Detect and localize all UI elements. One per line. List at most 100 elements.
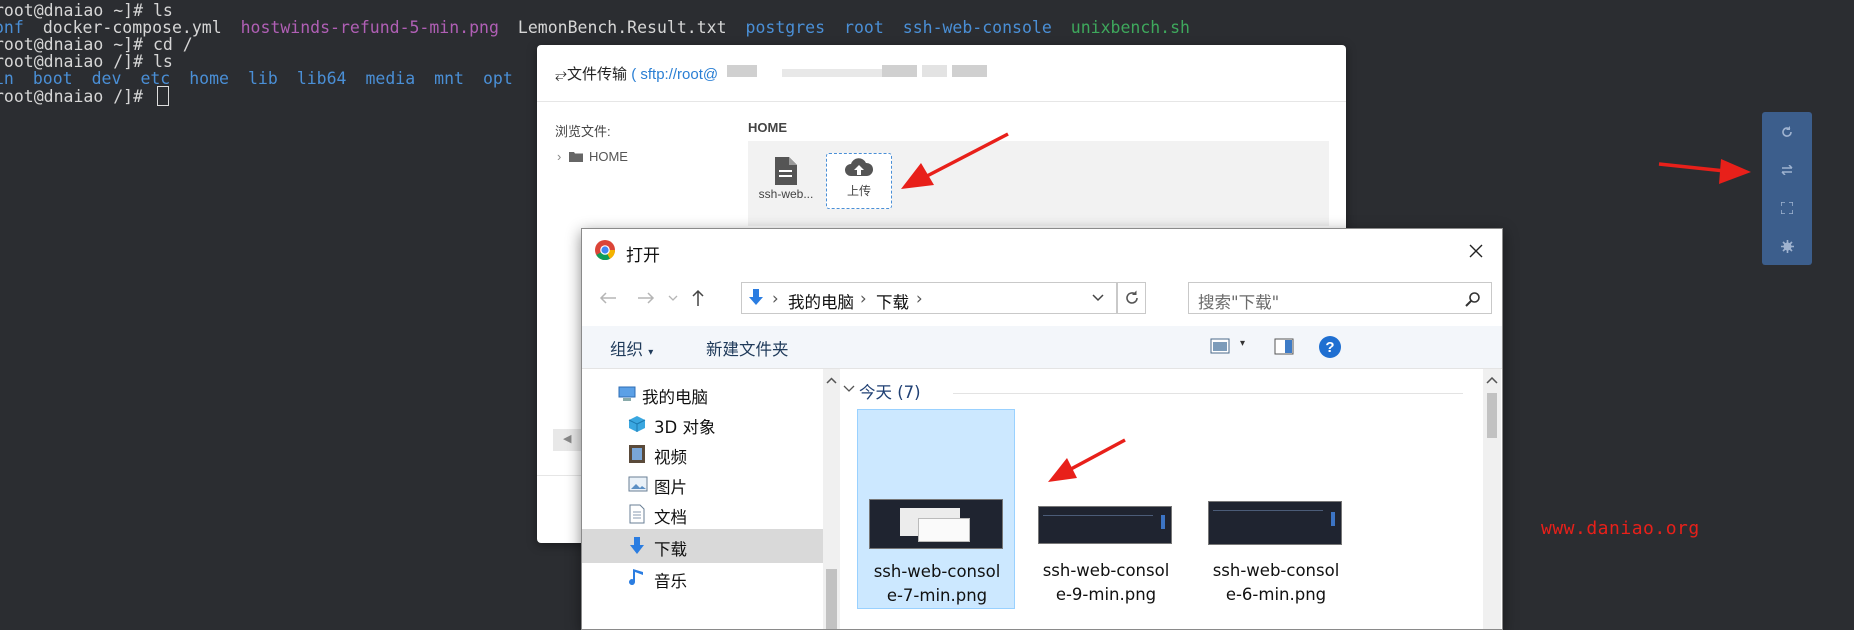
scroll-left-button[interactable]: ◀ (553, 429, 583, 451)
up-icon[interactable] (690, 288, 706, 308)
nav-item-computer[interactable]: 我的电脑 (582, 377, 823, 411)
picture-icon (628, 476, 648, 492)
transfer-icon: ⥂ (555, 66, 568, 83)
group-header[interactable]: 今天 (7) (859, 379, 921, 403)
forward-icon[interactable] (636, 290, 656, 306)
thumbnail-image (1208, 501, 1342, 545)
watermark: www.daniao.org (1541, 518, 1700, 539)
thumbnail-detail (1213, 510, 1323, 511)
close-icon (1469, 244, 1483, 258)
file-entry: unixbench.sh (1070, 18, 1190, 37)
nav-scrollbar[interactable] (823, 369, 840, 629)
organize-label: 组织 (610, 340, 643, 359)
view-icon[interactable] (1210, 338, 1230, 354)
file-item[interactable]: ssh-web... (754, 155, 818, 209)
sftp-title: ⥂文件传输 ( sftp://root@ (555, 63, 718, 84)
back-icon[interactable] (598, 290, 618, 306)
file-entry: LemonBench.Result.txt (517, 18, 727, 37)
scroll-up-icon[interactable] (826, 377, 837, 384)
redacted-mask (782, 69, 892, 77)
thumbnail-detail (918, 518, 970, 542)
file-list-scrollbar[interactable] (1483, 369, 1501, 629)
redacted-mask (922, 65, 947, 77)
file-name: ssh-web-consol e-9-min.png (1027, 559, 1185, 607)
group-collapse-icon[interactable] (843, 385, 855, 393)
breadcrumb-sep: › (916, 289, 923, 308)
document-icon (629, 504, 645, 524)
current-dir-title: HOME (748, 120, 787, 135)
fullscreen-icon (1781, 202, 1793, 214)
thumbnail-detail (1043, 515, 1153, 516)
thumbnail-detail (1331, 512, 1335, 526)
scroll-thumb[interactable] (826, 569, 837, 629)
breadcrumb-item[interactable]: 下载 (876, 289, 909, 313)
nav-item-pictures[interactable]: 图片 (582, 467, 823, 501)
upload-button[interactable]: 上传 (826, 153, 892, 209)
nav-item-label: 视频 (654, 448, 687, 467)
nav-item-downloads[interactable]: 下载 (582, 529, 823, 563)
terminal-prompt: root@dnaiao /]# (0, 87, 153, 106)
group-divider (953, 393, 1463, 394)
dropdown-chevron-icon[interactable] (1092, 294, 1104, 302)
tree-item-label: HOME (588, 149, 628, 164)
settings-button[interactable] (1762, 228, 1812, 264)
file-tile[interactable]: ssh-web-consol e-7-min.png (857, 409, 1015, 609)
dir-entry: home (189, 69, 229, 88)
thumbnail-image (869, 499, 1003, 549)
breadcrumb-item[interactable]: 我的电脑 (788, 289, 854, 313)
dir-entry: opt (482, 69, 513, 88)
nav-item-3d-objects[interactable]: 3D 对象 (582, 407, 823, 441)
annotation-arrow (901, 132, 1009, 189)
dialog-title: 打开 (626, 246, 660, 266)
redacted-mask (882, 65, 917, 77)
new-folder-button[interactable]: 新建文件夹 (706, 336, 789, 360)
file-name-line: e-7-min.png (886, 586, 988, 605)
file-tile[interactable]: ssh-web-consol e-6-min.png (1197, 409, 1355, 609)
svg-text:?: ? (1325, 339, 1334, 356)
sftp-title-text: 文件传输 (567, 66, 628, 83)
help-icon[interactable]: ? (1318, 335, 1342, 359)
browse-label: 浏览文件: (555, 124, 611, 139)
nav-item-videos[interactable]: 视频 (582, 437, 823, 471)
dir-entry: lib64 (296, 69, 347, 88)
download-icon (630, 537, 644, 554)
close-button[interactable] (1462, 237, 1490, 265)
preview-pane-icon[interactable] (1274, 338, 1294, 355)
navigation-bar: › 我的电脑 › 下载 › 搜索"下载" (582, 280, 1502, 316)
file-name: ssh-web-consol e-6-min.png (1197, 559, 1355, 607)
transfer-button[interactable] (1762, 152, 1812, 188)
nav-item-documents[interactable]: 文档 (582, 497, 823, 531)
cube-icon (628, 416, 646, 432)
nav-item-label: 音乐 (654, 572, 687, 591)
organize-button[interactable]: 组织 ▾ (610, 336, 653, 360)
settings-icon (1780, 239, 1794, 253)
upload-label: 上传 (846, 184, 871, 198)
annotation-arrow (1048, 438, 1126, 482)
video-icon (629, 445, 645, 463)
cloud-upload-icon (845, 158, 874, 176)
dir-entry: postgres (745, 18, 826, 37)
chevron-right-icon: › (557, 149, 562, 164)
file-name-line: e-6-min.png (1225, 585, 1327, 604)
scroll-up-icon[interactable] (1486, 377, 1498, 384)
nav-item-music[interactable]: 音乐 (582, 561, 823, 595)
dir-entry: mnt (434, 69, 464, 88)
annotation-arrow (1658, 159, 1751, 184)
computer-icon (618, 386, 636, 401)
recent-chevron-icon[interactable] (668, 294, 678, 302)
side-toolbar (1762, 112, 1812, 265)
refresh-button[interactable] (1117, 282, 1146, 314)
address-bar[interactable]: › 我的电脑 › 下载 › (741, 282, 1117, 314)
nav-item-label: 3D 对象 (654, 418, 716, 437)
view-dropdown-icon[interactable]: ▾ (1240, 338, 1245, 349)
dir-entry: ssh-web-console (902, 18, 1052, 37)
thumbnail-image (1038, 506, 1172, 544)
fullscreen-button[interactable] (1762, 190, 1812, 226)
search-input[interactable]: 搜索"下载" (1188, 282, 1492, 314)
scroll-thumb[interactable] (1487, 393, 1497, 438)
refresh-button[interactable] (1762, 114, 1812, 150)
nav-item-label: 文档 (654, 508, 687, 527)
tree-item-home[interactable]: › HOME (557, 149, 628, 164)
nav-item-label: 图片 (654, 478, 687, 497)
open-file-dialog: 打开 › 我的电脑 › 下载 › 搜索"下载" 组织 ▾ 新建文件夹 ▾ ? 我… (581, 228, 1503, 630)
